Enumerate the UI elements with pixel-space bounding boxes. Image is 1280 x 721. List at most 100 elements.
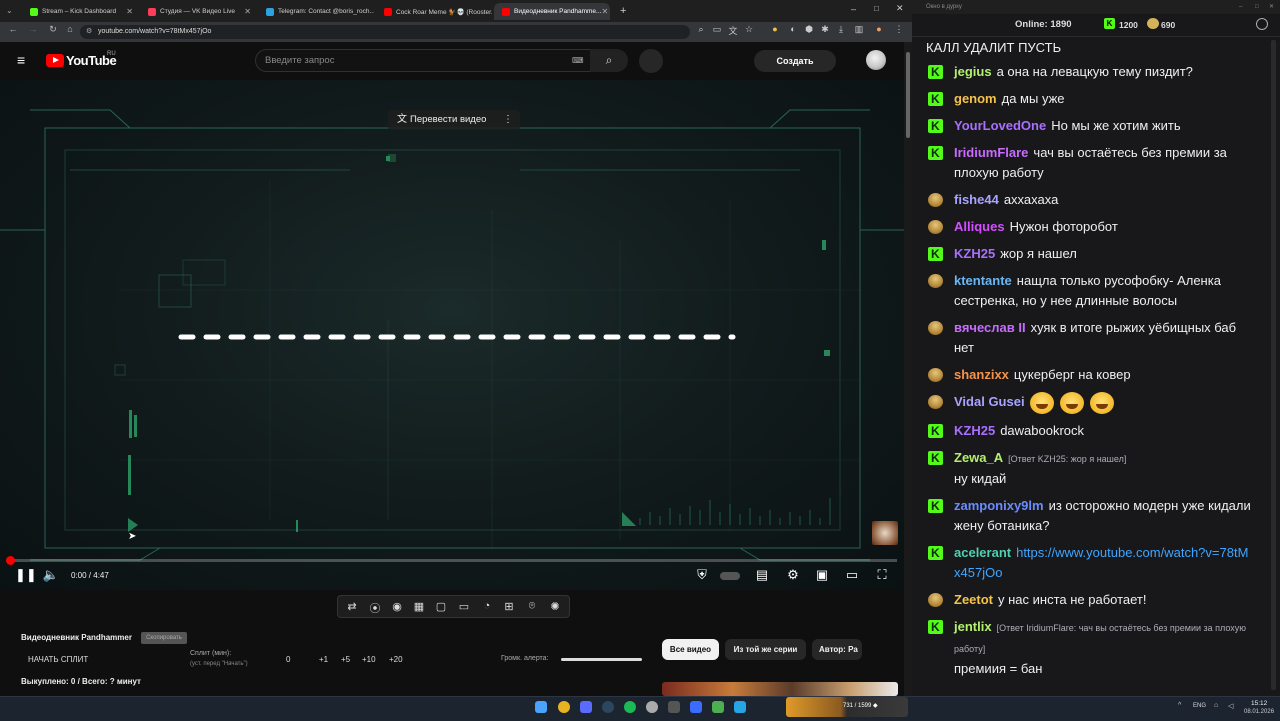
picture-in-picture-icon[interactable]: ▢ (432, 600, 450, 613)
obs-icon[interactable] (646, 701, 658, 713)
download-icon[interactable]: ⤓ (834, 24, 848, 35)
fit-screen-icon[interactable]: ▭ (455, 600, 473, 613)
speed-icon[interactable]: ◔ (478, 600, 496, 612)
progress-scrubber[interactable] (6, 556, 15, 565)
channel-name[interactable]: Видеодневник Pandhammer (21, 633, 132, 642)
search-input[interactable]: Введите запрос ⌨ (255, 49, 591, 72)
more-options-icon[interactable]: ⋮ (503, 110, 513, 130)
browser-tab[interactable]: Cock Roar Meme 🐓💀 (Rooster...✕ (376, 3, 492, 20)
sidepanel-icon[interactable]: ▥ (852, 24, 866, 35)
browser-tab[interactable]: Stream – Kick Dashboard ✕ (22, 3, 138, 20)
close-tab-icon[interactable]: ✕ (601, 7, 608, 16)
app-icon[interactable] (690, 701, 702, 713)
recommended-thumbnails[interactable] (662, 682, 898, 696)
reload-icon[interactable]: ↻ (46, 24, 60, 35)
browser-tab[interactable]: Студия — VK Видео Live ✕ (140, 3, 256, 20)
chat-reply-context[interactable]: [Ответ IridiumFlare: чач вы остаётесь бе… (954, 623, 1246, 654)
chat-scrollbar[interactable] (1271, 40, 1276, 690)
chat-username[interactable]: ktentante (954, 273, 1012, 288)
browser-menu-icon[interactable]: ⋮ (892, 24, 906, 35)
chat-username[interactable]: jentlix (954, 619, 992, 634)
tab-search-icon[interactable]: ⌄ (6, 6, 13, 15)
increment-button[interactable]: +10 (362, 655, 376, 664)
volume-tray-icon[interactable]: ◁ (1228, 702, 1233, 710)
browser-tab[interactable]: Telegram: Contact @boris_roch...✕ (258, 3, 374, 20)
back-icon[interactable]: ← (6, 24, 20, 34)
loop-icon[interactable]: ⇄ (343, 600, 361, 613)
video-player[interactable] (0, 80, 904, 590)
copy-button[interactable]: Скопировать (141, 632, 187, 644)
increment-button[interactable]: +5 (341, 655, 350, 664)
steam-icon[interactable] (602, 701, 614, 713)
create-button[interactable]: Создать (754, 50, 836, 72)
chat-username[interactable]: Zewa_A (954, 450, 1003, 465)
telegram-icon[interactable] (734, 701, 746, 713)
chat-username[interactable]: KZH25 (954, 423, 995, 438)
alert-volume-slider[interactable] (561, 658, 642, 661)
chat-username[interactable]: zamponixy9lm (954, 498, 1044, 513)
forward-icon[interactable]: → (26, 24, 40, 34)
chat-username[interactable]: shanzixx (954, 367, 1009, 382)
chat-username[interactable]: acelerant (954, 545, 1011, 560)
profile-icon[interactable]: ● (872, 24, 886, 34)
zoom-icon[interactable]: ⌕ (694, 24, 708, 35)
film-icon[interactable]: ▦ (410, 600, 428, 613)
search-button[interactable]: ⌕ (590, 49, 628, 72)
spotify-icon[interactable] (624, 701, 636, 713)
avatar[interactable] (866, 50, 886, 70)
home-icon[interactable]: ⌂ (63, 24, 77, 34)
autoplay-toggle[interactable] (720, 572, 740, 580)
pause-icon[interactable]: ❚❚ (15, 567, 37, 583)
page-scrollbar-thumb[interactable] (906, 52, 910, 138)
site-info-icon[interactable]: ⚙ (86, 27, 92, 35)
chrome-icon[interactable] (558, 701, 570, 713)
chat-reply-context[interactable]: [Ответ KZH25: жор я нашел] (1008, 454, 1126, 464)
chat-username[interactable]: Zeetot (954, 592, 993, 607)
chat-username[interactable]: genom (954, 91, 997, 106)
chat-username[interactable]: вячеслав II (954, 320, 1026, 335)
keyboard-icon[interactable]: ⌨ (572, 50, 584, 71)
voice-search-button[interactable] (639, 49, 663, 73)
new-tab-icon[interactable]: + (620, 5, 626, 17)
translate-video-chip[interactable]: 文 Перевести видео ⋮ (388, 110, 520, 130)
tray-overflow-icon[interactable]: ^ (1178, 702, 1181, 709)
clock-time[interactable]: 15:12 (1251, 700, 1267, 707)
chip-all-videos[interactable]: Все видео (662, 639, 719, 660)
increment-button[interactable]: +1 (319, 655, 328, 664)
hamburger-menu-icon[interactable]: ≡ (17, 53, 25, 67)
theater-mode-icon[interactable]: ▭ (843, 567, 861, 583)
chat-username[interactable]: KZH25 (954, 246, 995, 261)
input-language[interactable]: ENG (1193, 703, 1206, 709)
chat-minimize-icon[interactable]: – (1239, 0, 1242, 14)
browser-tab[interactable]: Видеодневник Pandhamme... ✕ (494, 3, 610, 20)
network-icon[interactable]: ⌂ (1214, 702, 1218, 709)
url-field[interactable]: youtube.com/watch?v=78tMx457jOo (80, 25, 690, 39)
app-icon[interactable] (712, 701, 724, 713)
increment-button[interactable]: +20 (389, 655, 403, 664)
close-tab-icon[interactable]: ✕ (244, 7, 251, 16)
start-split-button[interactable]: НАЧАТЬ СПЛИТ (28, 655, 88, 664)
progress-bar[interactable] (10, 559, 897, 562)
chat-username[interactable]: jegius (954, 64, 992, 79)
broadcast-icon[interactable]: ⦿ (366, 600, 384, 616)
miniplayer-icon[interactable]: ▣ (813, 567, 831, 583)
extension-icon[interactable]: ◐ (786, 24, 800, 34)
fullscreen-icon[interactable]: ⛶ (873, 567, 891, 583)
chat-username[interactable]: Alliques (954, 219, 1005, 234)
discord-icon[interactable] (580, 701, 592, 713)
start-icon[interactable] (535, 701, 547, 713)
translate-page-icon[interactable]: 文 (726, 24, 740, 37)
subtitles-icon[interactable]: ▤ (753, 567, 771, 583)
page-scrollbar[interactable] (904, 42, 912, 696)
channel-watermark[interactable] (872, 521, 898, 545)
bookmark-icon[interactable]: ☆ (742, 24, 756, 35)
chat-settings-icon[interactable] (1256, 18, 1268, 30)
clock-date[interactable]: 08.01.2026 (1244, 709, 1274, 715)
chat-username[interactable]: fishe44 (954, 192, 999, 207)
chat-username[interactable]: Vidal Gusei (954, 394, 1025, 409)
settings-gear-icon[interactable]: ⚙ (784, 567, 802, 583)
watch-icon[interactable]: ◉ (388, 600, 406, 613)
cast-icon[interactable]: ▭ (710, 24, 724, 35)
extension-settings-icon[interactable]: ✺ (546, 600, 564, 613)
chat-username[interactable]: IridiumFlare (954, 145, 1028, 160)
